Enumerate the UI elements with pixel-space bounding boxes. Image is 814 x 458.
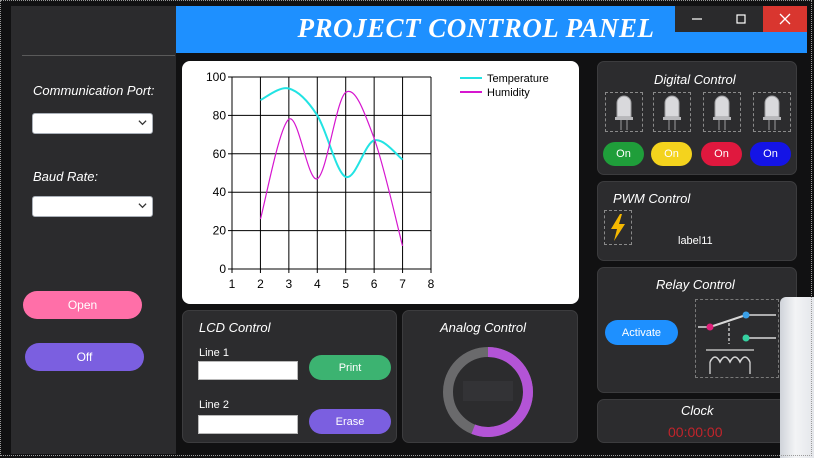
analog-control-title: Analog Control — [440, 320, 526, 335]
y-tick-label: 0 — [219, 262, 226, 276]
y-tick-label: 20 — [213, 224, 227, 238]
led-2 — [653, 92, 691, 132]
off-button[interactable]: Off — [25, 343, 144, 371]
relay-switch-icon — [698, 311, 776, 374]
line-chart: 1 2 3 4 5 6 7 8020406080100 TemperatureHumidity — [206, 70, 549, 291]
led-1 — [605, 92, 643, 132]
close-button[interactable] — [763, 6, 807, 32]
legend-label: Humidity — [487, 87, 530, 99]
clock-title: Clock — [681, 403, 714, 418]
relay-control-card: Relay Control Activate — [597, 267, 797, 393]
x-tick-label: 2 — [257, 277, 264, 291]
led-3 — [703, 92, 741, 132]
led-1-on-button[interactable]: On — [603, 142, 644, 166]
pwm-control-card: PWM Control label11 — [597, 181, 797, 261]
y-tick-label: 60 — [213, 147, 227, 161]
clock-time: 00:00:00 — [668, 424, 723, 440]
comm-port-select[interactable] — [32, 113, 153, 134]
gauge-display — [463, 381, 513, 401]
pwm-value-label: label11 — [678, 235, 713, 247]
minimize-icon — [692, 18, 702, 20]
sidebar-divider — [22, 55, 175, 56]
led-bulb-icon — [615, 95, 633, 130]
x-tick-label: 5 — [342, 277, 349, 291]
led-3-on-button[interactable]: On — [701, 142, 742, 166]
y-tick-label: 80 — [213, 108, 227, 122]
x-tick-label: 4 — [314, 277, 321, 291]
baud-rate-label: Baud Rate: — [33, 169, 99, 184]
scrollbar-thumb[interactable] — [780, 297, 814, 458]
lcd-control-title: LCD Control — [199, 320, 271, 335]
x-tick-label: 6 — [371, 277, 378, 291]
analog-control-card: Analog Control — [402, 310, 578, 443]
led-bulb-icon — [713, 95, 731, 130]
minimize-button[interactable] — [675, 6, 719, 32]
baud-rate-select[interactable] — [32, 196, 153, 217]
relay-diagram-box — [695, 299, 779, 378]
print-button[interactable]: Print — [309, 355, 391, 380]
legend-label: Temperature — [487, 73, 549, 85]
x-tick-label: 3 — [286, 277, 293, 291]
pwm-icon-box — [604, 210, 632, 245]
close-icon — [779, 13, 791, 25]
chevron-down-icon — [138, 120, 147, 126]
led-4-on-button[interactable]: On — [750, 142, 791, 166]
chart-card: 1 2 3 4 5 6 7 8 0 20 40 60 80 100 Temperature Humidity — [182, 61, 579, 304]
open-button[interactable]: Open — [23, 291, 142, 319]
app-window: Communication Port: Baud Rate: Open Off … — [0, 0, 814, 458]
sidebar: Communication Port: Baud Rate: Open Off — [11, 6, 176, 454]
line2-input[interactable] — [198, 415, 298, 434]
lcd-control-card: LCD Control Line 1 Print Line 2 Erase — [182, 310, 397, 443]
led-2-on-button[interactable]: On — [651, 142, 692, 166]
x-tick-label: 1 — [229, 277, 236, 291]
relay-control-title: Relay Control — [656, 277, 735, 292]
line2-label: Line 2 — [199, 399, 229, 411]
lightning-icon — [611, 214, 625, 241]
y-tick-label: 40 — [213, 185, 227, 199]
maximize-button[interactable] — [719, 6, 763, 32]
comm-port-label: Communication Port: — [33, 83, 155, 98]
led-bulb-icon — [763, 95, 781, 130]
chevron-down-icon — [138, 203, 147, 209]
maximize-icon — [736, 14, 746, 24]
digital-control-title: Digital Control — [654, 72, 736, 87]
activate-button[interactable]: Activate — [605, 320, 678, 345]
series-line-humidity — [259, 90, 404, 247]
line1-input[interactable] — [198, 361, 298, 380]
y-tick-label: 100 — [206, 70, 226, 84]
x-tick-label: 8 — [428, 277, 435, 291]
pwm-control-title: PWM Control — [613, 191, 691, 206]
analog-gauge — [443, 347, 533, 437]
clock-card: Clock 00:00:00 — [597, 399, 797, 443]
line1-label: Line 1 — [199, 347, 229, 359]
led-4 — [753, 92, 791, 132]
erase-button[interactable]: Erase — [309, 409, 391, 434]
x-tick-label: 7 — [399, 277, 406, 291]
led-bulb-icon — [663, 95, 681, 130]
